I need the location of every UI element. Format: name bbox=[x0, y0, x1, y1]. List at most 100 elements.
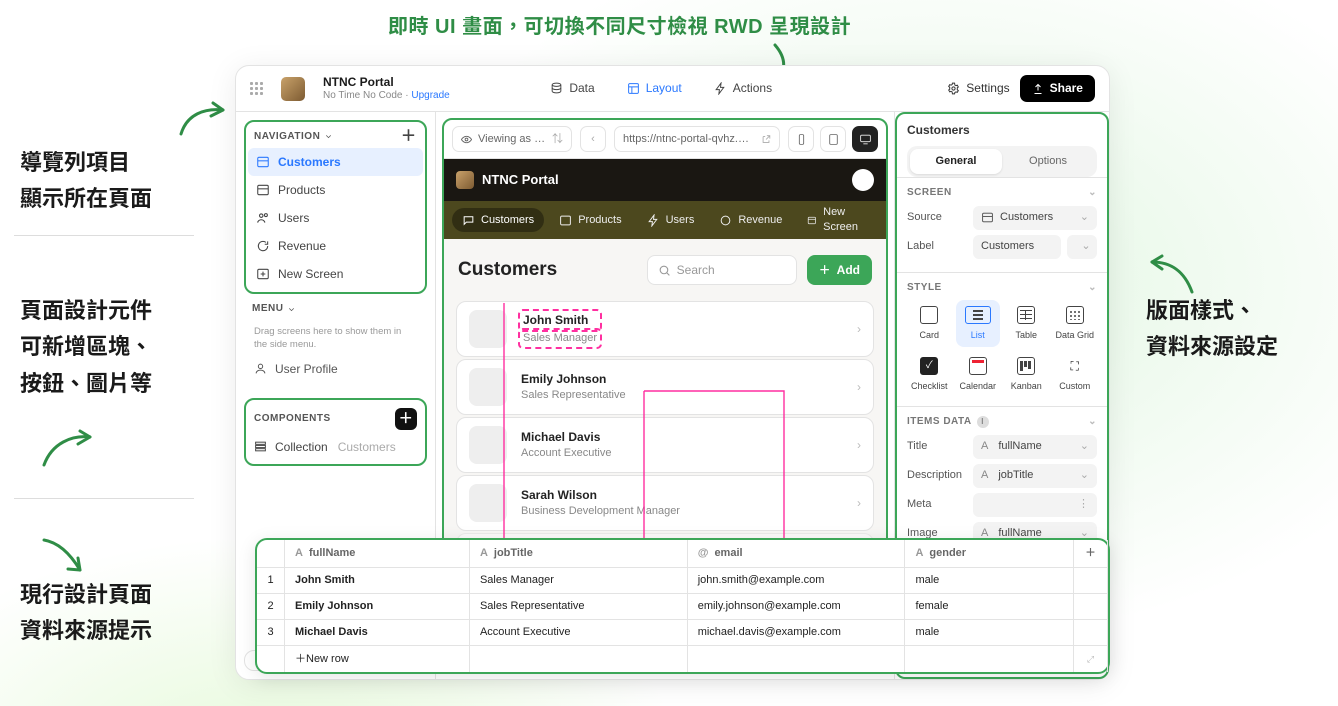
style-list[interactable]: List bbox=[956, 300, 1001, 347]
label-input[interactable]: Customers bbox=[973, 235, 1061, 259]
sidebar-item-label: Customers bbox=[278, 154, 341, 170]
tab-data[interactable]: Data bbox=[542, 75, 602, 101]
sidebar-item-label: New Screen bbox=[278, 266, 343, 282]
chevron-down-icon[interactable] bbox=[287, 303, 296, 316]
style-section-label: STYLE bbox=[907, 281, 942, 295]
preview-tab-customers[interactable]: Customers bbox=[452, 208, 544, 233]
preview-tabbar: Customers Products Users Revenue bbox=[444, 201, 886, 239]
layout-icon bbox=[627, 82, 640, 95]
seg-general[interactable]: General bbox=[910, 149, 1002, 174]
collection-icon bbox=[254, 440, 267, 453]
expand-icon[interactable]: ⤢ bbox=[1074, 646, 1108, 672]
share-up-icon bbox=[1032, 83, 1044, 95]
tab-actions[interactable]: Actions bbox=[706, 75, 780, 101]
search-input[interactable]: Search bbox=[647, 255, 797, 285]
back-button[interactable]: ‹ bbox=[580, 126, 606, 152]
preview-tab-users[interactable]: Users bbox=[637, 208, 705, 233]
device-tablet-button[interactable] bbox=[820, 126, 846, 152]
avatar[interactable] bbox=[852, 169, 874, 191]
apps-grid-icon[interactable] bbox=[250, 82, 263, 95]
user-icon bbox=[254, 362, 267, 375]
table-icon bbox=[256, 155, 270, 169]
chevron-down-icon[interactable]: ⌄ bbox=[1088, 186, 1097, 200]
bolt-icon bbox=[647, 214, 660, 227]
sidebar-item-revenue[interactable]: Revenue bbox=[248, 232, 423, 260]
style-custom[interactable]: Custom bbox=[1053, 351, 1098, 398]
annotation-left-3: 現行設計頁面 資料來源提示 bbox=[20, 577, 152, 650]
navigation-label: NAVIGATION bbox=[254, 130, 320, 144]
upgrade-link[interactable]: Upgrade bbox=[411, 90, 449, 101]
style-data-grid[interactable]: Data Grid bbox=[1053, 300, 1098, 347]
table-row[interactable]: 1 John Smith Sales Manager john.smith@ex… bbox=[257, 568, 1108, 594]
table-header[interactable]: AfullName bbox=[285, 540, 470, 567]
icon-picker[interactable]: ⌄ bbox=[1067, 235, 1097, 259]
sidebar-item-new-screen[interactable]: New Screen bbox=[248, 260, 423, 288]
new-row-button[interactable]: ＋ New row ⤢ bbox=[257, 646, 1108, 672]
description-label: Description bbox=[907, 468, 967, 483]
app-title: NTNC Portal bbox=[323, 76, 450, 89]
info-icon[interactable]: i bbox=[977, 416, 989, 428]
list-item[interactable]: Emily Johnson Sales Representative › bbox=[456, 359, 874, 415]
chevron-down-icon[interactable] bbox=[324, 130, 333, 143]
table-icon bbox=[981, 211, 994, 224]
menu-item-user-profile[interactable]: User Profile bbox=[246, 356, 425, 382]
chevron-right-icon: › bbox=[857, 495, 861, 511]
add-column-button[interactable]: ＋ bbox=[1074, 540, 1108, 567]
sidebar-item-products[interactable]: Products bbox=[248, 176, 423, 204]
annotation-right-1: 版面樣式、 資料來源設定 bbox=[1146, 293, 1278, 366]
chevron-down-icon[interactable]: ⌄ bbox=[1088, 415, 1097, 429]
style-kanban[interactable]: Kanban bbox=[1004, 351, 1049, 398]
add-button[interactable]: ＋ Add bbox=[807, 255, 872, 285]
device-phone-button[interactable] bbox=[788, 126, 814, 152]
open-external-icon[interactable] bbox=[761, 133, 771, 146]
list-item[interactable]: John Smith Sales Manager › bbox=[456, 301, 874, 357]
settings-button[interactable]: Settings bbox=[947, 80, 1009, 96]
description-dropdown[interactable]: AjobTitle⌄ bbox=[973, 464, 1097, 488]
menu-hint: Drag screens here to show them in the si… bbox=[246, 322, 425, 356]
chat-icon bbox=[462, 214, 475, 227]
items-data-label: ITEMS DATA bbox=[907, 415, 972, 429]
gear-icon bbox=[947, 82, 960, 95]
table-row[interactable]: 3 Michael Davis Account Executive michae… bbox=[257, 620, 1108, 646]
list-thumb-icon bbox=[469, 368, 507, 406]
table-header[interactable]: AjobTitle bbox=[470, 540, 688, 567]
list-item[interactable]: Sarah Wilson Business Development Manage… bbox=[456, 475, 874, 531]
eye-icon bbox=[461, 133, 472, 146]
title-dropdown[interactable]: AfullName⌄ bbox=[973, 435, 1097, 459]
title-label: Title bbox=[907, 439, 967, 454]
annotation-heading: 即時 UI 畫面，可切換不同尺寸檢視 RWD 呈現設計 bbox=[388, 14, 851, 41]
chevron-down-icon[interactable]: ⌄ bbox=[1088, 281, 1097, 295]
list-item[interactable]: Michael Davis Account Executive › bbox=[456, 417, 874, 473]
sidebar-item-users[interactable]: Users bbox=[248, 204, 423, 232]
tab-layout[interactable]: Layout bbox=[619, 75, 690, 101]
preview-tab-revenue[interactable]: Revenue bbox=[709, 208, 792, 233]
source-dropdown[interactable]: Customers⌄ bbox=[973, 206, 1097, 230]
refresh-icon bbox=[256, 239, 270, 253]
window-icon bbox=[807, 214, 817, 227]
add-component-button[interactable]: ＋ bbox=[395, 408, 417, 430]
seg-options[interactable]: Options bbox=[1002, 149, 1094, 174]
list-name: John Smith bbox=[521, 312, 599, 328]
viewing-as-dropdown[interactable]: Viewing as NoT… ⇅ bbox=[452, 126, 572, 152]
style-checklist[interactable]: ✓Checklist bbox=[907, 351, 952, 398]
url-bar[interactable]: https://ntnc-portal-qvhz.glide.pag… bbox=[614, 126, 780, 152]
sidebar-item-customers[interactable]: Customers bbox=[248, 148, 423, 176]
table-header[interactable]: Agender bbox=[905, 540, 1074, 567]
meta-dropdown[interactable]: ⋮ bbox=[973, 493, 1097, 517]
style-card[interactable]: Card bbox=[907, 300, 952, 347]
preview-tab-new-screen[interactable]: New Screen bbox=[797, 200, 878, 240]
table-header[interactable]: @email bbox=[688, 540, 906, 567]
table-row[interactable]: 2 Emily Johnson Sales Representative emi… bbox=[257, 594, 1108, 620]
style-table[interactable]: Table bbox=[1004, 300, 1049, 347]
list-job: Sales Manager bbox=[521, 331, 599, 346]
device-desktop-button[interactable] bbox=[852, 126, 878, 152]
meta-label: Meta bbox=[907, 497, 967, 512]
preview-tab-products[interactable]: Products bbox=[549, 208, 631, 233]
style-calendar[interactable]: Calendar bbox=[956, 351, 1001, 398]
page-title: Customers bbox=[458, 257, 557, 283]
screen-section-label: SCREEN bbox=[907, 186, 952, 200]
arrow-left-2-icon bbox=[38, 425, 98, 473]
app-topbar: NTNC Portal No Time No Code · Upgrade Da… bbox=[236, 66, 1109, 112]
share-button[interactable]: Share bbox=[1020, 75, 1095, 101]
component-collection[interactable]: Collection Customers bbox=[248, 434, 423, 460]
